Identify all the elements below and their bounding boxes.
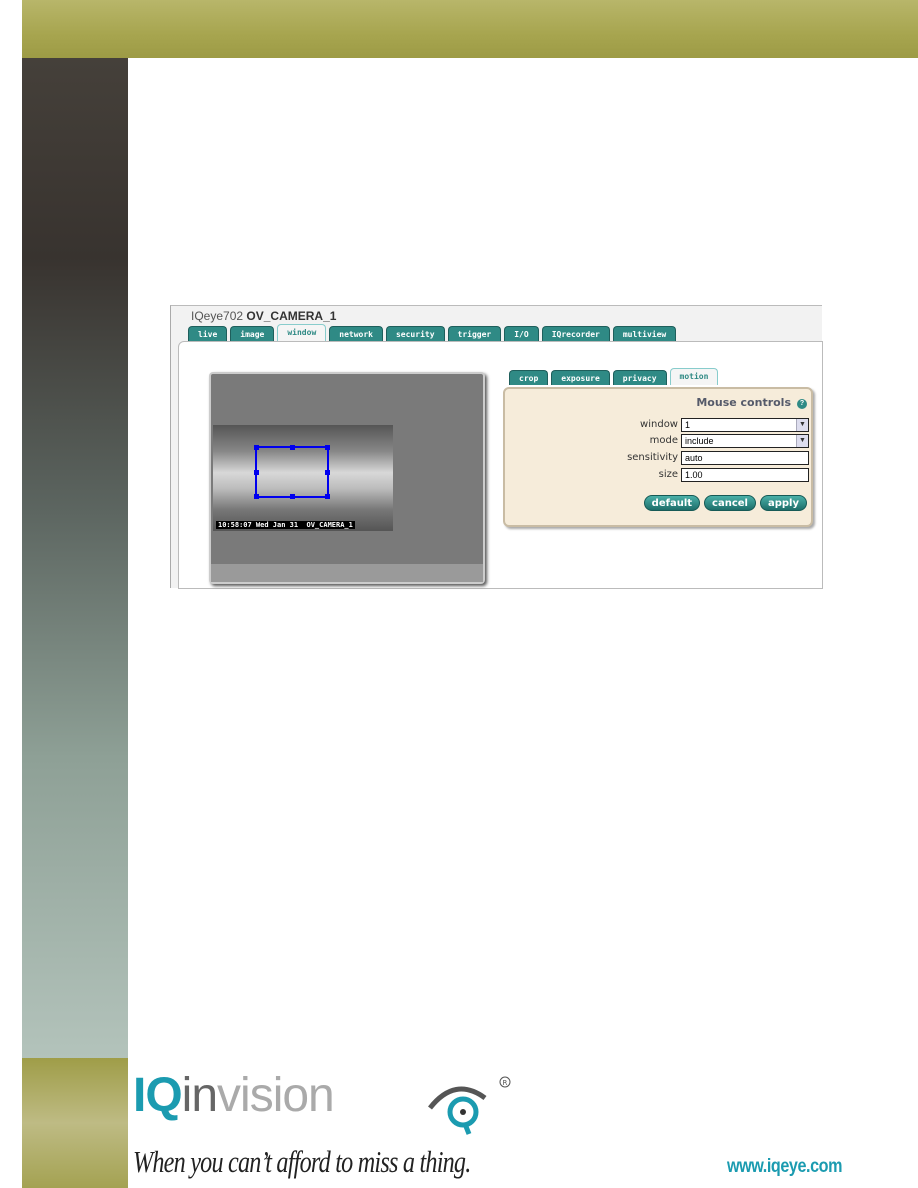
tab-window[interactable]: window [277, 324, 327, 341]
logo-in: in [181, 1069, 218, 1122]
logo-vision: vision [217, 1069, 335, 1122]
subtab-motion[interactable]: motion [669, 368, 719, 385]
logo-iq: IQ [133, 1069, 183, 1122]
resize-handle[interactable] [290, 494, 295, 499]
resize-handle[interactable] [325, 494, 330, 499]
tab-live[interactable]: live [188, 326, 228, 341]
chevron-down-icon[interactable]: ▼ [796, 419, 808, 431]
tab-iqrecorder[interactable]: IQrecorder [541, 326, 610, 341]
motion-window-box[interactable] [254, 445, 330, 499]
sensitivity-row: sensitivity auto [505, 451, 810, 466]
tab-trigger[interactable]: trigger [447, 326, 502, 341]
eye-logo-icon: R [428, 1076, 511, 1135]
sensitivity-label: sensitivity [627, 452, 678, 463]
resize-handle[interactable] [254, 445, 259, 450]
svg-text:R: R [503, 1079, 508, 1087]
chevron-down-icon[interactable]: ▼ [796, 435, 808, 447]
tab-io[interactable]: I/O [504, 326, 539, 341]
top-banner [22, 0, 918, 58]
subtab-crop[interactable]: crop [509, 370, 549, 385]
motion-panel: Mouse controls ? window 1 ▼ mode include ▼… [503, 387, 813, 527]
cancel-button[interactable]: cancel [704, 495, 756, 511]
tab-multiview[interactable]: multiview [612, 326, 677, 341]
video-timestamp: 10:58:07 Wed Jan 31 OV_CAMERA_1 [216, 521, 355, 529]
apply-button[interactable]: apply [759, 495, 807, 511]
tab-image[interactable]: image [230, 326, 275, 341]
subtab-privacy[interactable]: privacy [612, 370, 667, 385]
tagline: When you can’t afford to miss a thing. [133, 1144, 471, 1179]
panel-buttons: default cancel apply [643, 495, 807, 511]
resize-handle[interactable] [325, 470, 330, 475]
camera-title: IQeye702 OV_CAMERA_1 [191, 309, 336, 323]
help-icon[interactable]: ? [797, 399, 807, 409]
side-banner-bottom [22, 1058, 128, 1188]
mode-value: include [685, 436, 714, 446]
mode-select[interactable]: include ▼ [681, 434, 809, 448]
size-input[interactable]: 1.00 [681, 468, 809, 482]
iqinvision-logo: IQinvision [133, 1068, 335, 1123]
resize-handle[interactable] [325, 445, 330, 450]
default-button[interactable]: default [643, 495, 701, 511]
subtab-exposure[interactable]: exposure [551, 370, 610, 385]
main-tabs: live image window network security trigg… [188, 324, 677, 341]
sensitivity-input[interactable]: auto [681, 451, 809, 465]
size-row: size 1.00 [505, 468, 810, 483]
camera-preview-image: 10:58:07 Wed Jan 31 OV_CAMERA_1 [213, 425, 393, 531]
mode-row: mode include ▼ [505, 434, 810, 449]
window-value: 1 [685, 420, 691, 430]
side-banner [22, 58, 128, 1058]
mode-label: mode [649, 435, 678, 446]
preview-frame: 10:58:07 Wed Jan 31 OV_CAMERA_1 [209, 372, 485, 584]
tab-content: 10:58:07 Wed Jan 31 OV_CAMERA_1 crop exp… [178, 341, 823, 589]
size-label: size [658, 469, 678, 480]
panel-title: Mouse controls [696, 396, 791, 409]
window-select[interactable]: 1 ▼ [681, 418, 809, 432]
tab-security[interactable]: security [385, 326, 445, 341]
resize-handle[interactable] [254, 494, 259, 499]
camera-config-screenshot: IQeye702 OV_CAMERA_1 live image window n… [170, 305, 823, 589]
window-row: window 1 ▼ [505, 418, 810, 433]
resize-handle[interactable] [254, 470, 259, 475]
window-subtabs: crop exposure privacy motion [509, 368, 719, 385]
window-label: window [640, 419, 678, 430]
resize-handle[interactable] [290, 445, 295, 450]
tab-network[interactable]: network [329, 326, 383, 341]
camera-model: IQeye702 [191, 309, 244, 323]
preview-frame-bar [211, 564, 483, 582]
camera-name: OV_CAMERA_1 [246, 309, 337, 323]
website-url[interactable]: www.iqeye.com [727, 1156, 842, 1178]
